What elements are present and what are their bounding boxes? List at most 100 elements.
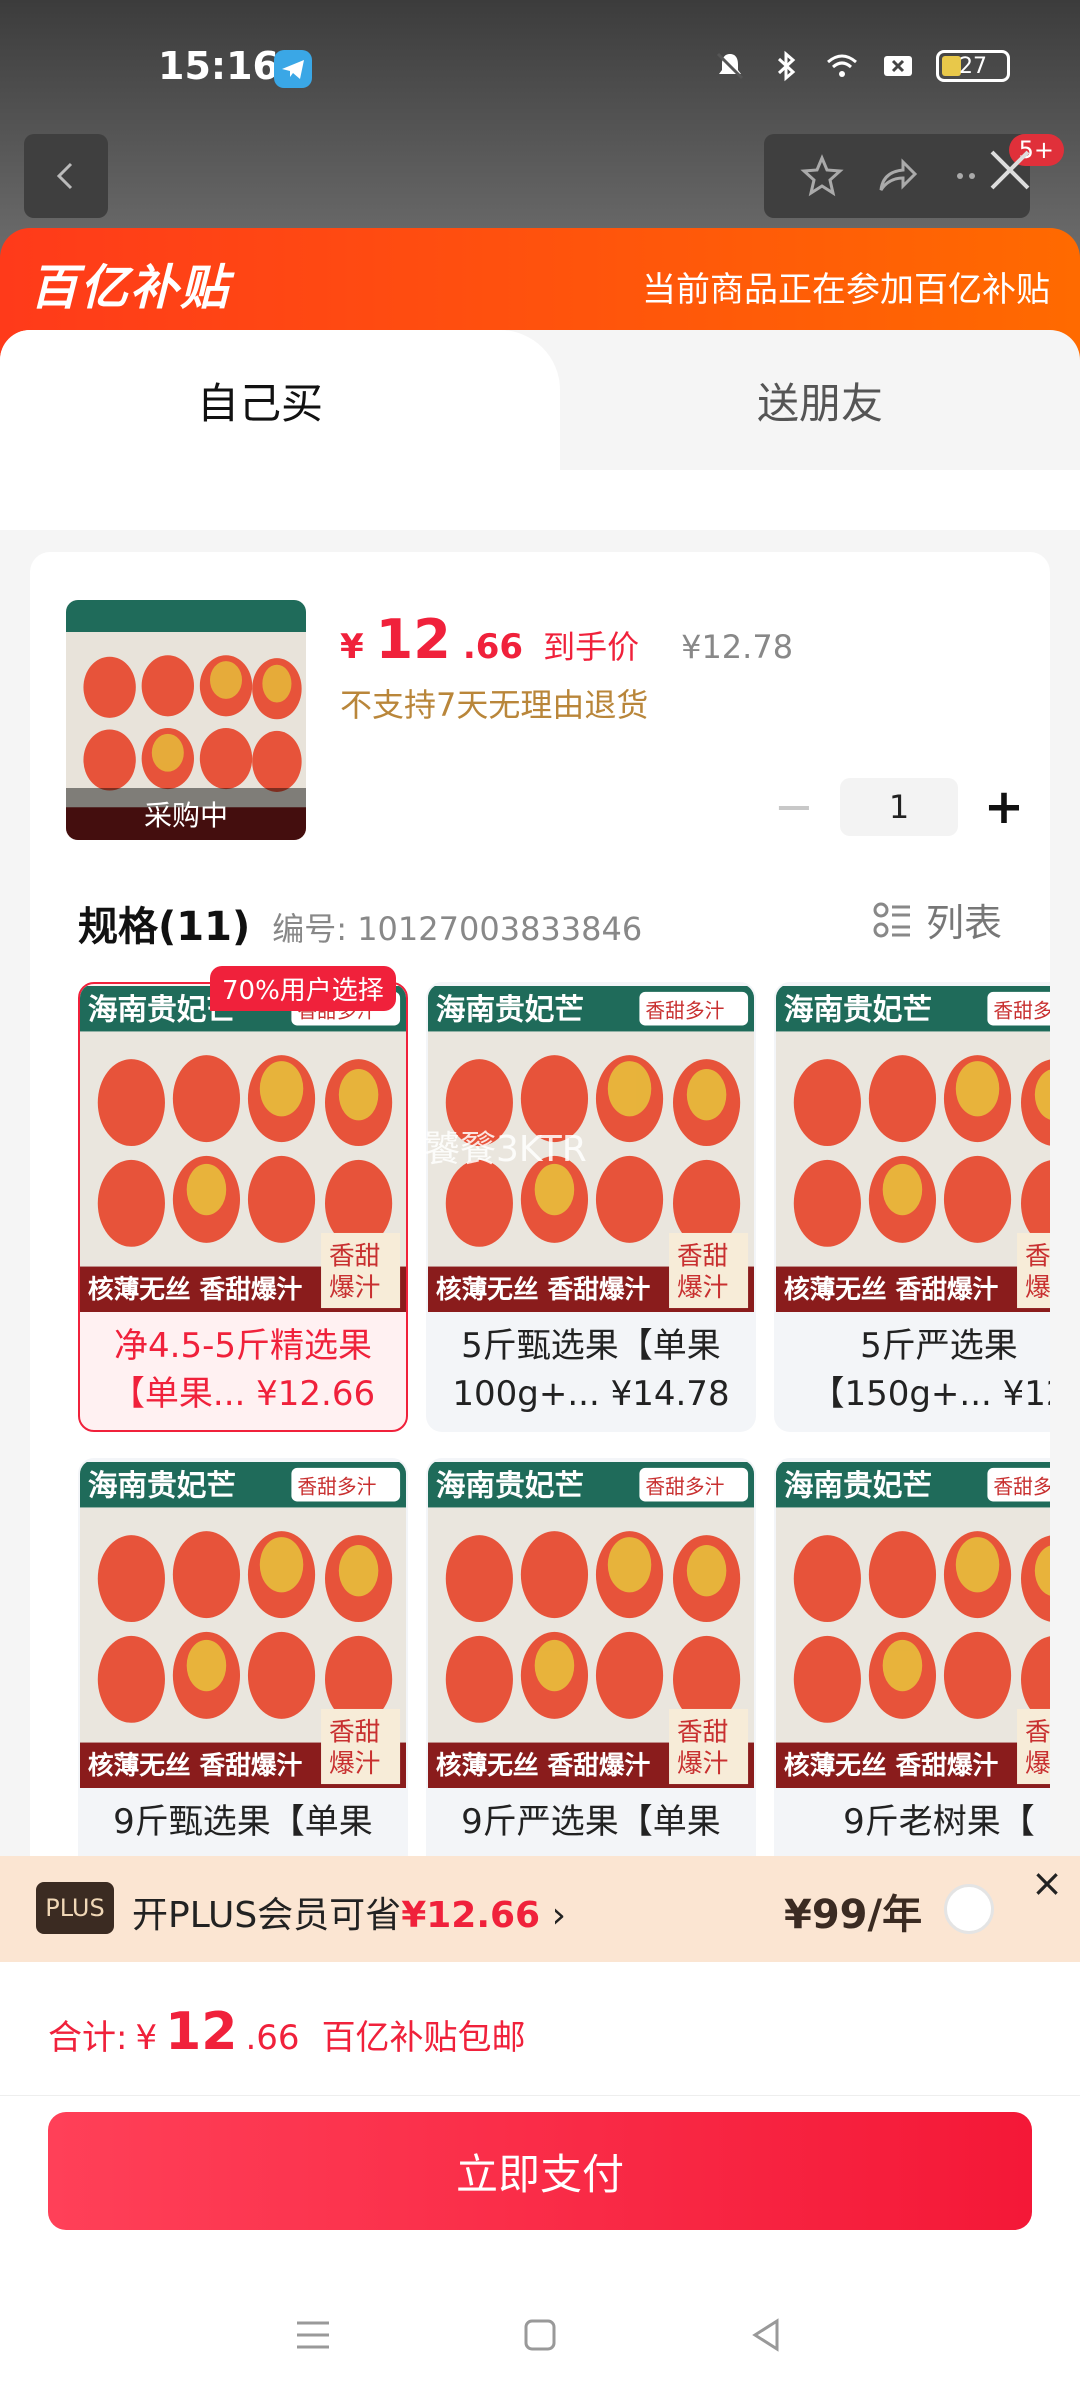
mango-box-image: 海南贵妃芒 香甜多汁核薄无丝 香甜爆汁香甜爆汁	[776, 1462, 1050, 1788]
promo-text: 当前商品正在参加百亿补贴	[642, 270, 1050, 310]
image-badge-text: 爆汁	[677, 1273, 728, 1303]
tab-panel-top	[0, 470, 1080, 530]
wifi-icon	[827, 54, 857, 77]
price-integer: 12	[375, 608, 451, 671]
product-code: 编号: 10127003833846	[272, 910, 643, 948]
image-badge-text: 爆汁	[1025, 1273, 1050, 1303]
image-feature-text: 核薄无丝 香甜爆汁	[436, 1274, 651, 1305]
total-integer: 12	[165, 2002, 238, 2062]
mute-icon	[716, 52, 744, 80]
home-icon[interactable]	[518, 2313, 562, 2357]
image-feature-text: 核薄无丝 香甜爆汁	[784, 1274, 999, 1305]
price-currency: ¥	[340, 627, 364, 667]
watermark: 饕餮3KTR	[424, 1129, 587, 1170]
image-badge-text: 香甜	[1025, 1718, 1050, 1748]
image-tag-text: 香甜多汁	[993, 1000, 1050, 1023]
plus-membership-bar[interactable]: PLUS 开PLUS会员可省¥12.66 › ¥99/年 ×	[0, 1856, 1080, 1962]
total-amount: 合计: ¥12.66 百亿补贴包邮	[48, 2002, 526, 2062]
image-badge-text: 香甜	[329, 1242, 380, 1272]
spec-option-tile[interactable]: 海南贵妃芒 香甜多汁核薄无丝 香甜爆汁 香甜 爆汁 5斤严选果【150g+... ¥12	[774, 982, 1050, 1432]
plus-saving: ¥12.66	[401, 1895, 541, 1936]
plus-offer-text: 开PLUS会员可省¥12.66 ›	[132, 1895, 566, 1936]
plus-price: ¥99/年	[784, 1892, 923, 1938]
image-tag-text: 香甜多汁	[645, 1000, 724, 1023]
tabs: 送朋友 自己买	[0, 330, 1080, 470]
plus-badge: PLUS	[36, 1882, 114, 1934]
spec-title: 规格(11)	[78, 904, 251, 950]
image-feature-text: 核薄无丝 香甜爆汁	[88, 1274, 303, 1305]
spec-option-tile[interactable]: 海南贵妃芒 香甜多汁 核薄无丝 香甜爆汁 香甜 爆汁 5斤甄选果【单果100g+... ¥…	[426, 982, 756, 1432]
list-icon	[873, 902, 910, 937]
plus-select-radio[interactable]	[944, 1884, 994, 1934]
image-title-text: 海南贵妃芒	[88, 1468, 236, 1503]
image-badge-text: 爆汁	[329, 1273, 380, 1303]
image-badge-text: 香甜	[329, 1718, 380, 1748]
total-currency: ¥	[135, 2018, 158, 2058]
mango-box-image: 海南贵妃芒 香甜多汁核薄无丝 香甜爆汁香甜爆汁	[776, 986, 1050, 1312]
return-policy-note: 不支持7天无理由退货	[340, 686, 649, 724]
image-badge-text: 爆汁	[677, 1749, 728, 1779]
product-thumbnail[interactable]: 采购中	[66, 600, 306, 840]
status-icons: 27	[712, 48, 1010, 84]
image-tag-text: 香甜多汁	[297, 1476, 376, 1499]
close-icon[interactable]	[980, 140, 1040, 200]
image-badge-text: 爆汁	[1025, 1749, 1050, 1779]
mango-box-image: 海南贵妃芒 香甜多汁核薄无丝 香甜爆汁香甜爆汁	[80, 986, 406, 1312]
increase-quantity-button[interactable]: +	[978, 779, 1030, 835]
bluetooth-icon	[777, 50, 796, 82]
total-bar: 合计: ¥12.66 百亿补贴包邮	[0, 1962, 1080, 2096]
list-view-toggle[interactable]: 列表	[872, 892, 1002, 947]
image-title-text: 海南贵妃芒	[784, 1468, 932, 1503]
image-badge-text: 香甜	[677, 1242, 728, 1272]
total-label: 合计:	[48, 2018, 128, 2058]
spec-option-name: 5斤严选果【150g+... ¥12	[810, 1326, 1050, 1414]
spec-option-tile[interactable]: 海南贵妃芒 香甜多汁 核薄无丝 香甜爆汁 香甜 爆汁净4.5-5斤精选果【单果... ¥…	[78, 982, 408, 1432]
price-decimal: .66	[462, 627, 524, 667]
telegram-icon	[274, 50, 312, 88]
dim-backdrop	[0, 0, 1080, 260]
spec-option-name: 9斤甄选果【单果	[113, 1802, 373, 1842]
tab-gift-friend[interactable]: 送朋友	[560, 330, 1080, 470]
spec-option-tile[interactable]: 海南贵妃芒 香甜多汁核薄无丝 香甜爆汁 香甜 爆汁 9斤甄选果【单果	[78, 1458, 408, 1908]
pay-now-button[interactable]: 立即支付	[48, 2112, 1032, 2230]
image-badge-text: 香甜	[1025, 1242, 1050, 1272]
decrease-quantity-button[interactable]: −	[768, 779, 820, 835]
status-time: 15:16	[158, 44, 279, 88]
original-price: ¥12.78	[681, 628, 794, 666]
spec-option-name: 9斤老树果【	[843, 1802, 1035, 1842]
spec-option-name: 净4.5-5斤精选果【单果... ¥12.66	[110, 1326, 376, 1414]
image-title-text: 海南贵妃芒	[784, 992, 932, 1027]
popular-choice-tag: 70%用户选择	[210, 966, 396, 1011]
mango-box-image: 海南贵妃芒 香甜多汁核薄无丝 香甜爆汁香甜爆汁	[80, 1462, 406, 1788]
spec-option-name: 9斤严选果【单果	[461, 1802, 721, 1842]
image-tag-text: 香甜多汁	[993, 1476, 1050, 1499]
back-button[interactable]	[24, 134, 108, 218]
image-badge-text: 爆汁	[329, 1749, 380, 1779]
plus-close-icon[interactable]: ×	[1026, 1862, 1068, 1904]
sim-x-icon	[884, 56, 912, 76]
list-toggle-label: 列表	[925, 901, 1002, 945]
image-feature-text: 核薄无丝 香甜爆汁	[784, 1750, 999, 1781]
image-badge-text: 香甜	[677, 1718, 728, 1748]
mango-box-image: 海南贵妃芒 香甜多汁核薄无丝 香甜爆汁香甜爆汁	[428, 1462, 754, 1788]
back-nav-icon[interactable]	[745, 2313, 789, 2357]
total-shipping-note: 百亿补贴包邮	[321, 2018, 526, 2058]
menu-icon[interactable]	[291, 2313, 335, 2357]
quantity-value[interactable]: 1	[840, 778, 958, 836]
chevron-right-icon: ›	[551, 1895, 566, 1936]
system-nav-bar	[0, 2270, 1080, 2400]
image-title-text: 海南贵妃芒	[436, 1468, 584, 1503]
total-decimal: .66	[245, 2018, 300, 2058]
tab-buy-self[interactable]: 自己买	[0, 330, 560, 470]
image-feature-text: 核薄无丝 香甜爆汁	[88, 1750, 303, 1781]
spec-option-tile[interactable]: 海南贵妃芒 香甜多汁核薄无丝 香甜爆汁 香甜 爆汁 9斤严选果【单果	[426, 1458, 756, 1908]
image-title-text: 海南贵妃芒	[436, 992, 584, 1027]
price-label: 到手价	[543, 628, 640, 666]
spec-option-tile[interactable]: 海南贵妃芒 香甜多汁核薄无丝 香甜爆汁 香甜 爆汁 9斤老树果【	[774, 1458, 1050, 1908]
image-tag-text: 香甜多汁	[645, 1476, 724, 1499]
price-line: ¥12 .66 到手价 ¥12.78	[340, 608, 793, 671]
star-icon[interactable]	[796, 150, 848, 202]
battery-icon: 27	[936, 50, 1010, 82]
image-feature-text: 核薄无丝 香甜爆汁	[436, 1750, 651, 1781]
share-icon[interactable]	[871, 150, 923, 202]
